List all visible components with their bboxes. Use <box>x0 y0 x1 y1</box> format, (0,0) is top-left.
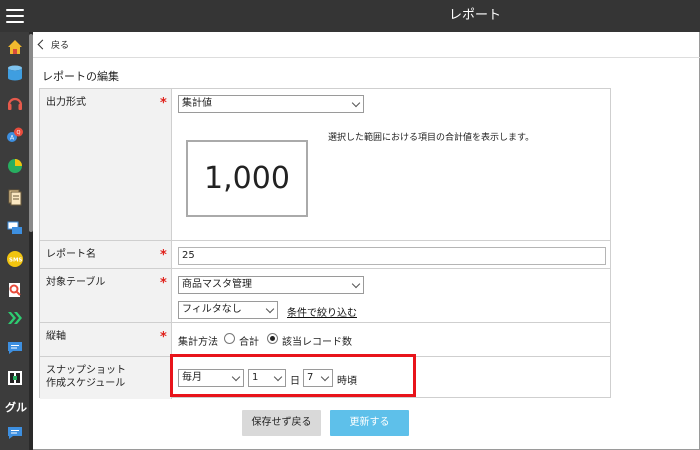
row-output-format: 出力形式 * 集計値 1,000 選択した範囲における項目の合計値を表示します。 <box>40 89 610 241</box>
chevron-down-icon <box>265 304 275 314</box>
snapshot-label-line2: 作成スケジュール <box>46 378 126 389</box>
update-button[interactable]: 更新する <box>330 410 409 436</box>
output-format-select[interactable]: 集計値 <box>178 95 364 113</box>
chevron-down-icon <box>351 98 361 108</box>
headset-icon[interactable] <box>5 94 25 114</box>
chevron-left-icon <box>37 39 48 50</box>
filter-conditions-link[interactable]: 条件で絞り込む <box>287 304 357 319</box>
snapshot-label: スナップショット 作成スケジュール <box>40 357 172 399</box>
vertical-axis-label: 縦軸 <box>40 323 172 356</box>
row-target-table: 対象テーブル * 商品マスタ管理 フィルタなし 条件で絞り込む <box>40 269 610 323</box>
chevron-down-icon <box>351 279 361 289</box>
section-title: レポートの編集 <box>42 70 119 83</box>
vertical-axis-value: 集計方法 合計 該当レコード数 <box>173 323 610 356</box>
menu-icon[interactable] <box>5 6 25 26</box>
chat-search-icon[interactable]: AQ <box>5 125 25 145</box>
required-mark: * <box>160 248 167 263</box>
top-bar: レポート <box>0 0 700 32</box>
sidebar-scrollbar-thumb[interactable] <box>29 34 33 232</box>
output-format-value: 集計値 1,000 選択した範囲における項目の合計値を表示します。 <box>173 89 610 240</box>
snapshot-label-line1: スナップショット <box>46 365 126 376</box>
message-icon[interactable] <box>5 423 25 443</box>
report-name-value: 25 <box>173 241 610 268</box>
radio-record-count-label: 該当レコード数 <box>282 337 352 348</box>
page-title: レポート <box>448 8 501 23</box>
search-doc-icon[interactable] <box>5 280 25 300</box>
preview-value: 1,000 <box>204 161 290 196</box>
filter-select[interactable]: フィルタなし <box>178 301 278 319</box>
row-vertical-axis: 縦軸 * 集計方法 合計 該当レコード数 <box>40 323 610 357</box>
home-icon[interactable] <box>5 37 25 57</box>
preview-box: 1,000 <box>186 140 308 217</box>
report-name-text: 25 <box>182 250 195 261</box>
required-mark: * <box>160 330 167 345</box>
sidebar-text-item[interactable]: グル <box>2 397 30 417</box>
report-name-label: レポート名 <box>40 241 172 268</box>
target-table-selected: 商品マスタ管理 <box>182 279 252 290</box>
radio-record-count[interactable] <box>267 333 278 344</box>
svg-text:Q: Q <box>17 130 21 136</box>
pie-chart-icon[interactable] <box>5 156 25 176</box>
radio-total-label: 合計 <box>239 337 259 348</box>
cancel-button[interactable]: 保存せず戻る <box>242 410 321 436</box>
group-icon[interactable] <box>5 368 25 388</box>
back-link[interactable]: 戻る <box>37 38 70 51</box>
target-table-value: 商品マスタ管理 フィルタなし 条件で絞り込む <box>173 269 610 322</box>
sidebar: AQ SMS グル <box>0 32 33 450</box>
report-name-input[interactable]: 25 <box>178 247 606 265</box>
windows-icon[interactable] <box>5 218 25 238</box>
output-format-description: 選択した範囲における項目の合計値を表示します。 <box>328 133 535 143</box>
target-table-label: 対象テーブル <box>40 269 172 322</box>
back-label: 戻る <box>51 41 70 51</box>
sms-icon[interactable]: SMS <box>5 249 25 269</box>
report-edit-form: 出力形式 * 集計値 1,000 選択した範囲における項目の合計値を表示します。… <box>39 88 611 399</box>
radio-total[interactable] <box>224 333 235 344</box>
svg-text:SMS: SMS <box>9 258 22 264</box>
highlight-box <box>170 354 416 397</box>
output-format-selected: 集計値 <box>182 98 212 109</box>
aggregation-method-label: 集計方法 <box>178 337 218 348</box>
row-report-name: レポート名 * 25 <box>40 241 610 269</box>
sidebar-scrollbar[interactable] <box>29 32 33 450</box>
chevron-right-icon[interactable] <box>5 308 25 328</box>
filter-selected: フィルタなし <box>182 304 242 315</box>
required-mark: * <box>160 96 167 111</box>
required-mark: * <box>160 276 167 291</box>
database-icon[interactable] <box>5 63 25 83</box>
target-table-select[interactable]: 商品マスタ管理 <box>178 276 364 294</box>
output-format-label: 出力形式 <box>40 89 172 240</box>
message-icon[interactable] <box>5 338 25 358</box>
back-bar: 戻る <box>33 32 700 58</box>
document-icon[interactable] <box>5 187 25 207</box>
